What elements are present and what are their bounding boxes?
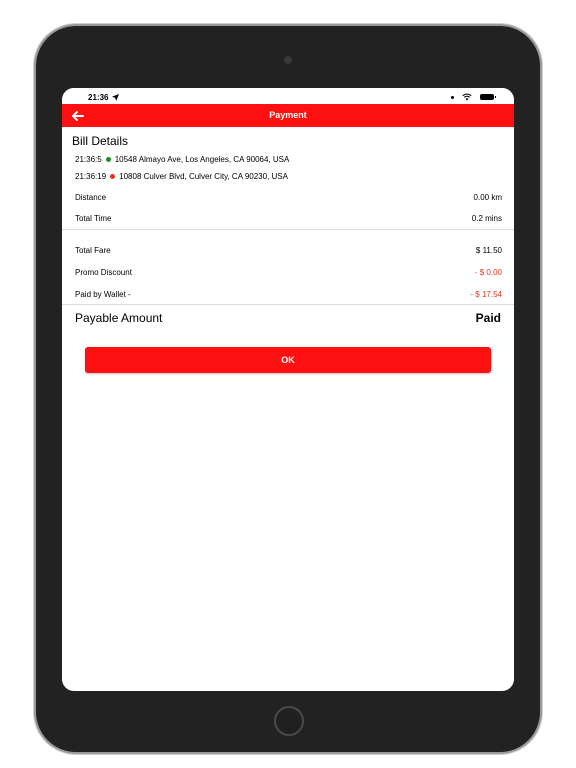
total-fare-value: $ 11.50 xyxy=(475,246,502,255)
promo-discount-label: Promo Discount xyxy=(75,268,132,277)
status-indicators xyxy=(451,93,496,101)
battery-icon xyxy=(480,94,496,100)
promo-discount-value: - $ 0.00 xyxy=(474,268,502,277)
location-arrow-icon xyxy=(112,94,119,101)
total-time-label: Total Time xyxy=(75,214,112,223)
status-time: 21:36 xyxy=(88,93,109,102)
wifi-icon xyxy=(462,93,472,101)
distance-label: Distance xyxy=(75,193,107,202)
dropoff-row: 21:36:19 10808 Culver Blvd, Culver City,… xyxy=(75,172,288,181)
payable-amount-label: Payable Amount xyxy=(75,311,163,325)
pickup-address: 10548 Almayo Ave, Los Angeles, CA 90064,… xyxy=(114,155,290,164)
dropoff-dot-icon xyxy=(110,174,116,179)
payable-amount-value: Paid xyxy=(475,311,501,325)
dropoff-time: 21:36:19 xyxy=(75,172,107,181)
app-screen: 21:36 Payment Bill Details 21:36:5 10548… xyxy=(62,88,514,691)
home-button[interactable] xyxy=(274,706,304,736)
total-fare-label: Total Fare xyxy=(75,246,111,255)
dropoff-address: 10808 Culver Blvd, Culver City, CA 90230… xyxy=(119,172,288,181)
wallet-label: Paid by Wallet - xyxy=(75,290,131,299)
divider xyxy=(62,229,514,230)
camera xyxy=(284,56,292,64)
pickup-row: 21:36:5 10548 Almayo Ave, Los Angeles, C… xyxy=(75,155,289,164)
signal-dot-icon xyxy=(451,95,454,99)
total-time-value: 0.2 mins xyxy=(471,214,502,223)
bill-details-title: Bill Details xyxy=(72,134,129,148)
divider xyxy=(62,304,514,305)
app-header: Payment xyxy=(62,104,514,127)
pickup-dot-icon xyxy=(105,157,111,162)
page-title: Payment xyxy=(269,110,307,120)
distance-value: 0.00 km xyxy=(473,193,502,202)
wallet-value: - $ 17.54 xyxy=(470,290,502,299)
ok-button[interactable]: OK xyxy=(85,347,491,373)
status-bar: 21:36 xyxy=(62,88,514,104)
pickup-time: 21:36:5 xyxy=(75,155,102,164)
